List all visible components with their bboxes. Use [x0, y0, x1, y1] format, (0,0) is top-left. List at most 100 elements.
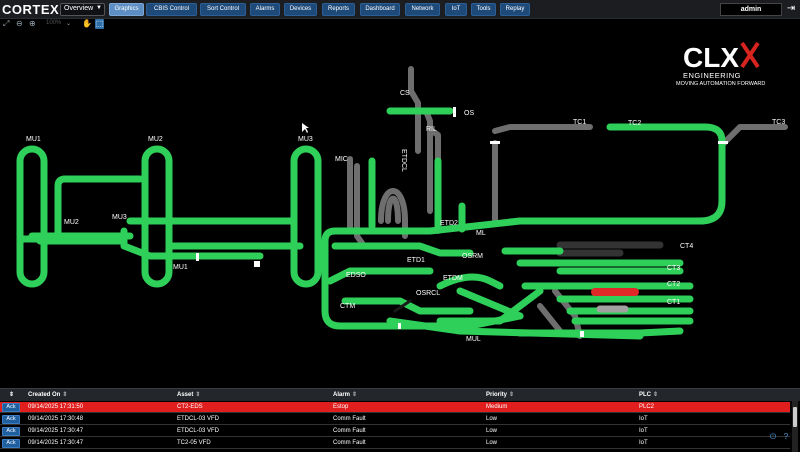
zoom-level[interactable]: 100% [46, 20, 61, 26]
user-name[interactable]: admin [720, 3, 782, 16]
label-MU3b: MU3 [112, 214, 127, 221]
top-nav-bar: CORTEX Overview ▼ Graphics CBIS Control So… [0, 0, 800, 19]
clx-tagline: MOVING AUTOMATION FORWARD [676, 81, 765, 87]
alarm-table: ⇕ Created On ⇕ Asset ⇕ Alarm ⇕ Priority ⇕ PL… [0, 388, 800, 452]
label-ETDCL: ETDCL [400, 149, 407, 172]
nav-tools-button[interactable]: Tools [471, 3, 496, 16]
alarm-created-on: 09/14/2025 17:31:50 [28, 404, 84, 410]
conveyor-map[interactable]: MU1 MU2 MU3 MU2 MU3 MU1 CS OS RIL ETDCL … [0, 31, 800, 388]
chevron-down-icon[interactable]: ⌄ [66, 19, 71, 29]
alarm-plc: IoT [639, 428, 648, 434]
zoom-out-icon[interactable]: ⊖ [16, 19, 23, 29]
label-RIL: RIL [426, 126, 437, 133]
alarm-created-on: 09/14/2025 17:30:48 [28, 416, 84, 422]
alarm-priority: Medium [486, 404, 508, 410]
label-CT2: CT2 [667, 281, 680, 288]
label-ETD2: ETD2 [440, 220, 458, 227]
alarm-asset: ETDCL-03 VFD [177, 416, 220, 422]
col-asset[interactable]: Asset ⇕ [177, 391, 200, 398]
clx-x-mark-icon [740, 41, 760, 69]
pan-hand-icon[interactable]: ✋ [82, 19, 92, 29]
nav-alarms-button[interactable]: Alarms [250, 3, 280, 16]
nav-reports-button[interactable]: Reports [322, 3, 355, 16]
alarm-type: Comm Fault [333, 416, 366, 422]
alarm-type: Comm Fault [333, 440, 366, 446]
col-plc[interactable]: PLC ⇕ [639, 391, 658, 398]
label-ETDM: ETDM [443, 275, 463, 282]
alarm-asset: TC2-05 VFD [177, 440, 211, 446]
label-ML: ML [476, 230, 486, 237]
ack-col-sort-icon[interactable]: ⇕ [9, 391, 14, 398]
view-selector-value: Overview [64, 5, 94, 12]
nav-dashboard-button[interactable]: Dashboard [360, 3, 400, 16]
nav-graphics-button[interactable]: Graphics [109, 3, 144, 16]
alarm-priority: Low [486, 428, 498, 434]
label-ETD1: ETD1 [407, 257, 425, 264]
label-TC2: TC2 [628, 120, 641, 127]
label-MU1: MU1 [26, 136, 41, 143]
alarm-scrollbar[interactable] [792, 401, 798, 452]
active-conveyors [16, 107, 726, 340]
label-OSRCL: OSRCL [416, 290, 440, 297]
ack-button[interactable]: Ack [2, 427, 20, 436]
label-CTM: CTM [340, 303, 355, 310]
col-priority[interactable]: Priority ⇕ [486, 391, 514, 398]
nav-cbis-control-button[interactable]: CBIS Control [146, 3, 197, 16]
label-CS: CS [400, 90, 410, 97]
alarm-scroll-thumb[interactable] [793, 407, 797, 427]
idle-conveyors [556, 241, 664, 257]
graphics-toolbar: ⤢ ⊖ ⊕ 100% ⌄ ✋ ⬚ [0, 19, 120, 31]
alarm-row[interactable]: Ack 09/14/2025 17:30:48 ETDCL-03 VFD Comm F… [0, 414, 790, 425]
alarm-type: Comm Fault [333, 428, 366, 434]
alarm-created-on: 09/14/2025 17:30:47 [28, 428, 84, 434]
label-CT1: CT1 [667, 299, 680, 306]
alarm-created-on: 09/14/2025 17:30:47 [28, 440, 84, 446]
col-created-on[interactable]: Created On ⇕ [28, 391, 67, 398]
label-MU2b: MU2 [64, 219, 79, 226]
label-MIC: MIC [335, 156, 348, 163]
ack-button[interactable]: Ack [2, 415, 20, 424]
label-CT4: CT4 [680, 243, 693, 250]
logout-icon[interactable]: ⇥ [785, 3, 797, 16]
alarm-priority: Low [486, 440, 498, 446]
nav-sort-control-button[interactable]: Sort Control [200, 3, 246, 16]
alarm-row[interactable]: Ack 09/14/2025 17:31:50 CT2-EDS Estop Medium… [0, 402, 790, 413]
clx-letters: CLX [683, 42, 739, 73]
label-MU3: MU3 [298, 136, 313, 143]
label-TC1: TC1 [573, 119, 586, 126]
label-CT3: CT3 [667, 265, 680, 272]
chevron-down-icon: ▼ [96, 5, 102, 11]
zoom-in-icon[interactable]: ⊕ [29, 19, 36, 29]
label-OS: OS [464, 110, 474, 117]
alarm-plc: IoT [639, 416, 648, 422]
help-icon[interactable]: ? [781, 432, 791, 442]
label-EDSO: EDSO [346, 272, 366, 279]
alarm-asset: ETDCL-03 VFD [177, 428, 220, 434]
ack-button[interactable]: Ack [2, 403, 20, 412]
alarm-type: Estop [333, 404, 349, 410]
col-alarm[interactable]: Alarm ⇕ [333, 391, 357, 398]
label-MU1b: MU1 [173, 264, 188, 271]
alarm-row[interactable]: Ack 09/14/2025 17:30:47 TC2-05 VFD Comm Fau… [0, 438, 790, 449]
nav-replay-button[interactable]: Replay [500, 3, 530, 16]
clx-brand-logo: CLX ENGINEERING MOVING AUTOMATION FORWAR… [676, 41, 765, 87]
mouse-cursor-icon [302, 123, 309, 133]
nav-network-button[interactable]: Network [405, 3, 440, 16]
view-selector[interactable]: Overview ▼ [60, 3, 105, 16]
ack-button[interactable]: Ack [2, 439, 20, 448]
alarm-plc: IoT [639, 440, 648, 446]
power-icon[interactable]: ⏻ [768, 432, 778, 442]
label-OSRM: OSRM [462, 253, 483, 260]
nav-devices-button[interactable]: Devices [284, 3, 317, 16]
nav-iot-button[interactable]: IoT [445, 3, 467, 16]
alarm-row[interactable]: Ack 09/14/2025 17:30:47 ETDCL-03 VFD Comm F… [0, 426, 790, 437]
fullscreen-icon[interactable]: ⤢ [3, 19, 9, 29]
label-TC3: TC3 [772, 119, 785, 126]
alarm-table-header: ⇕ Created On ⇕ Asset ⇕ Alarm ⇕ Priority ⇕ PL… [0, 388, 800, 401]
alarm-priority: Low [486, 416, 498, 422]
alarm-plc: PLC2 [639, 404, 655, 410]
alarm-asset: CT2-EDS [177, 404, 203, 410]
label-MU2: MU2 [148, 136, 163, 143]
cortex-logo: CORTEX [2, 2, 60, 17]
select-pointer-icon[interactable]: ⬚ [95, 19, 104, 29]
